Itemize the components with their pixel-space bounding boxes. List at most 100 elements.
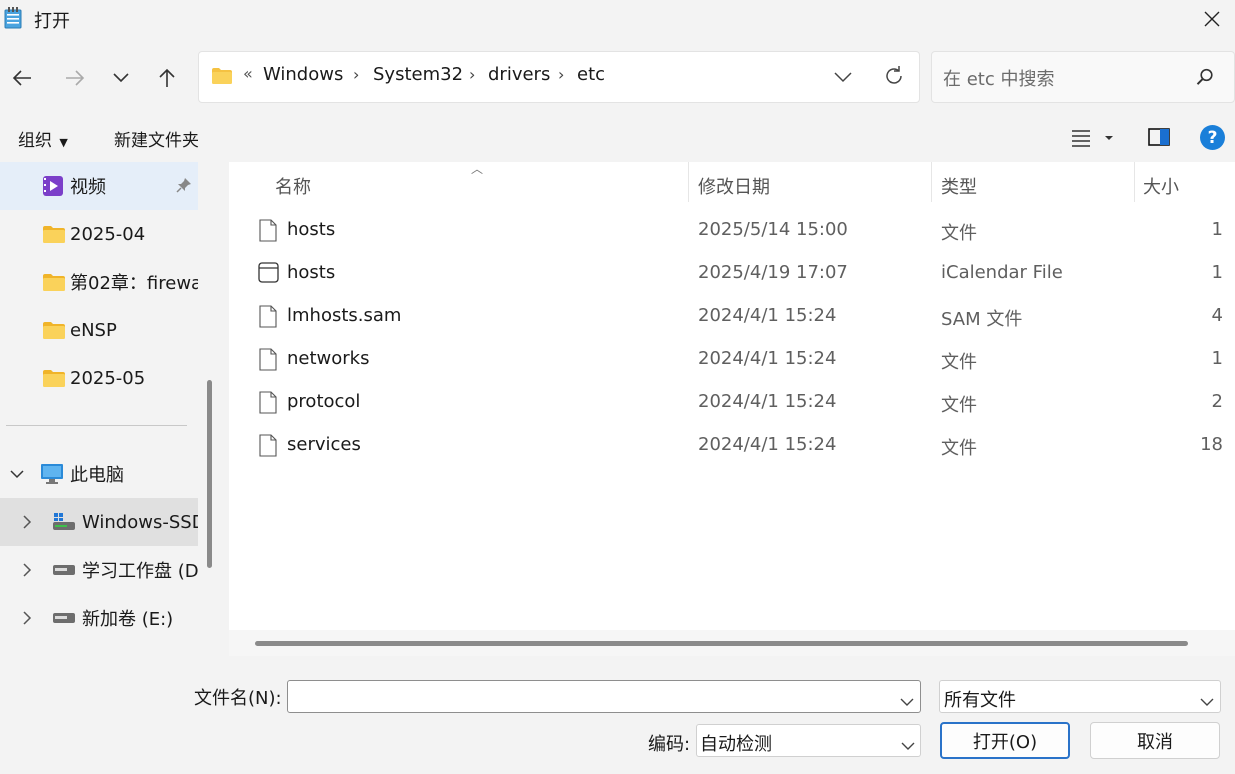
arrow-left-icon <box>12 70 31 86</box>
cancel-button[interactable]: 取消 <box>1090 722 1220 759</box>
chevron-right-icon[interactable]: › <box>558 65 564 84</box>
chevron-right-icon[interactable] <box>22 563 32 577</box>
filetype-select[interactable]: 所有文件 <box>939 680 1221 713</box>
address-overflow[interactable]: « <box>243 64 253 83</box>
calendar-file-icon <box>258 262 279 288</box>
caret-down-icon: ▼ <box>59 136 68 149</box>
sidebar-item-ensp[interactable]: eNSP <box>0 306 198 354</box>
search-icon[interactable] <box>1196 68 1214 91</box>
file-modified: 2024/4/1 15:24 <box>698 305 837 326</box>
file-row[interactable]: hosts 2025/5/14 15:00 文件 1 <box>229 209 1235 252</box>
chevron-down-icon[interactable] <box>1200 691 1214 712</box>
file-row[interactable]: networks 2024/4/1 15:24 文件 1 <box>229 338 1235 381</box>
encoding-select[interactable]: 自动检测 <box>696 724 921 757</box>
file-type: 文件 <box>941 352 977 373</box>
videos-icon <box>42 175 64 197</box>
title-bar: 打开 <box>0 0 1235 40</box>
sidebar-item-label: 视频 <box>70 177 106 198</box>
preview-pane-button[interactable] <box>1148 127 1170 152</box>
breadcrumb-etc[interactable]: etc <box>577 64 605 85</box>
address-history-button[interactable] <box>833 66 853 91</box>
chevron-down-icon[interactable] <box>901 735 915 756</box>
file-icon <box>259 219 277 247</box>
column-header-size[interactable]: 大小 <box>1143 173 1179 199</box>
navigation-bar: « Windows › System32 › drivers › etc 在 e… <box>0 40 1235 114</box>
search-box[interactable]: 在 etc 中搜索 <box>931 51 1235 103</box>
breadcrumb-drivers[interactable]: drivers <box>488 64 550 85</box>
forward-button[interactable] <box>57 60 93 96</box>
breadcrumb-windows[interactable]: Windows <box>263 64 343 85</box>
file-name: protocol <box>287 391 361 412</box>
file-modified: 2025/5/14 15:00 <box>698 219 848 240</box>
file-size: 1 <box>1211 262 1223 283</box>
file-icon <box>259 348 277 376</box>
filename-field[interactable] <box>287 680 921 713</box>
file-name: lmhosts.sam <box>287 305 402 326</box>
breadcrumb-system32[interactable]: System32 <box>373 64 463 85</box>
file-type: 文件 <box>941 395 977 416</box>
arrow-right-icon <box>66 70 85 86</box>
file-type: 文件 <box>941 438 977 459</box>
column-header-modified[interactable]: 修改日期 <box>698 173 770 199</box>
folder-icon <box>42 369 66 388</box>
sidebar-item-this-pc[interactable]: 此电脑 <box>0 450 198 498</box>
column-header-name[interactable]: 名称 <box>275 173 311 199</box>
folder-icon <box>211 67 233 90</box>
chevron-down-icon[interactable] <box>10 469 24 479</box>
file-row[interactable]: protocol 2024/4/1 15:24 文件 2 <box>229 381 1235 424</box>
close-button[interactable] <box>1189 0 1235 38</box>
sidebar-item-firewall[interactable]: 第02章：firewall <box>0 258 198 306</box>
refresh-button[interactable] <box>882 64 906 93</box>
sidebar-item-label: 第02章：firewall <box>70 273 198 294</box>
open-button[interactable]: 打开(O) <box>940 722 1070 759</box>
sidebar-item-videos[interactable]: 视频 <box>0 162 198 210</box>
column-divider[interactable] <box>1134 162 1135 202</box>
sidebar-item-drive-d[interactable]: 学习工作盘 (D:) <box>0 546 198 594</box>
refresh-icon <box>886 66 902 84</box>
back-button[interactable] <box>4 60 40 96</box>
recent-locations-button[interactable] <box>103 60 139 96</box>
new-folder-button[interactable]: 新建文件夹 <box>114 126 199 151</box>
file-row[interactable]: hosts 2025/4/19 17:07 iCalendar File 1 <box>229 252 1235 295</box>
command-bar: 组织 ▼ 新建文件夹 ? <box>0 114 1235 162</box>
chevron-right-icon[interactable]: › <box>469 65 475 84</box>
file-list[interactable]: ︿ 名称 修改日期 类型 大小 hosts 2025/5/14 15:00 文件… <box>229 162 1235 656</box>
search-input[interactable]: 在 etc 中搜索 <box>943 65 1054 91</box>
organize-button[interactable]: 组织 ▼ <box>18 126 68 151</box>
sidebar-item-drive-e[interactable]: 新加卷 (E:) <box>0 594 198 642</box>
sidebar-scrollbar[interactable] <box>207 380 212 568</box>
file-row[interactable]: lmhosts.sam 2024/4/1 15:24 SAM 文件 4 <box>229 295 1235 338</box>
file-type: SAM 文件 <box>941 309 1023 330</box>
sidebar-item-label: 此电脑 <box>70 465 124 486</box>
file-name: services <box>287 434 361 455</box>
chevron-down-icon[interactable] <box>900 691 914 712</box>
arrow-up-icon <box>159 68 175 87</box>
sidebar-item-drive-c[interactable]: Windows-SSD (C:) <box>0 498 198 546</box>
file-type: iCalendar File <box>941 262 1063 283</box>
file-row[interactable]: services 2024/4/1 15:24 文件 18 <box>229 424 1235 467</box>
file-icon <box>259 391 277 419</box>
sort-ascending-icon: ︿ <box>471 162 484 176</box>
navigation-pane[interactable]: 视频 2025-04 第02章：firewall eNSP 2025-05 此电… <box>0 162 215 656</box>
file-name: hosts <box>287 219 336 240</box>
chevron-right-icon[interactable] <box>22 515 32 529</box>
address-bar[interactable]: « Windows › System32 › drivers › etc <box>198 51 920 103</box>
help-button[interactable]: ? <box>1200 125 1225 150</box>
horizontal-scrollbar[interactable] <box>255 641 1188 646</box>
chevron-right-icon[interactable] <box>22 611 32 625</box>
column-header-type[interactable]: 类型 <box>941 173 977 199</box>
file-size: 1 <box>1211 219 1223 240</box>
view-options-button[interactable] <box>1072 127 1118 154</box>
column-divider[interactable] <box>931 162 932 202</box>
file-size: 4 <box>1211 305 1223 326</box>
up-button[interactable] <box>149 60 185 96</box>
horizontal-scrollbar-track[interactable] <box>229 630 1235 656</box>
chevron-right-icon[interactable]: › <box>353 65 359 84</box>
file-icon <box>259 434 277 462</box>
column-divider[interactable] <box>688 162 689 202</box>
folder-icon <box>42 273 66 292</box>
sidebar-item-2025-04[interactable]: 2025-04 <box>0 210 198 258</box>
file-icon <box>259 305 277 333</box>
sidebar-item-2025-05[interactable]: 2025-05 <box>0 354 198 402</box>
sidebar-divider <box>6 425 187 426</box>
